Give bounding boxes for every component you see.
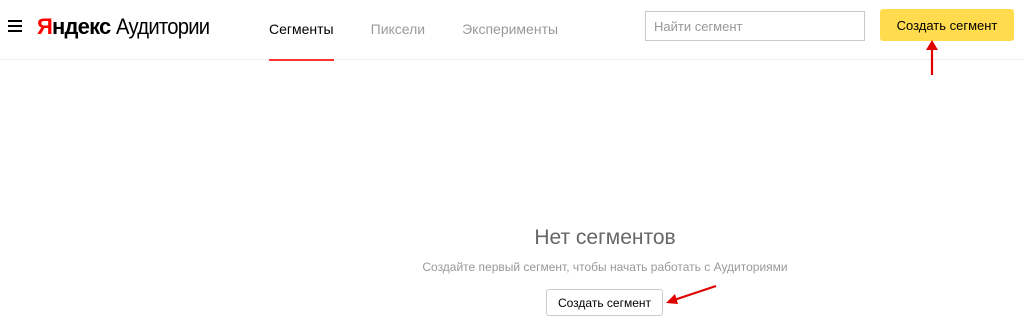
search-input[interactable] <box>645 11 865 41</box>
nav-tabs: Сегменты Пиксели Эксперименты <box>269 0 595 61</box>
logo-brand: Яндекс <box>37 14 111 39</box>
logo[interactable]: Яндекс Аудитории <box>37 13 218 41</box>
empty-state-subtitle: Создайте первый сегмент, чтобы начать ра… <box>422 260 788 274</box>
page: Яндекс Аудитории Сегменты Пиксели Экспер… <box>0 0 1024 324</box>
tab-experiments[interactable]: Эксперименты <box>462 0 558 60</box>
create-segment-button[interactable]: Создать сегмент <box>546 289 663 316</box>
empty-state-title: Нет сегментов <box>534 226 676 249</box>
menu-icon[interactable] <box>8 20 22 33</box>
tab-pixels[interactable]: Пиксели <box>371 0 425 60</box>
create-segment-button-header[interactable]: Создать сегмент <box>880 9 1014 41</box>
tab-segments[interactable]: Сегменты <box>269 0 334 61</box>
annotation-arrow-left-icon <box>666 284 717 304</box>
logo-service-name: Аудитории <box>116 14 210 39</box>
header: Яндекс Аудитории Сегменты Пиксели Экспер… <box>0 0 1024 61</box>
